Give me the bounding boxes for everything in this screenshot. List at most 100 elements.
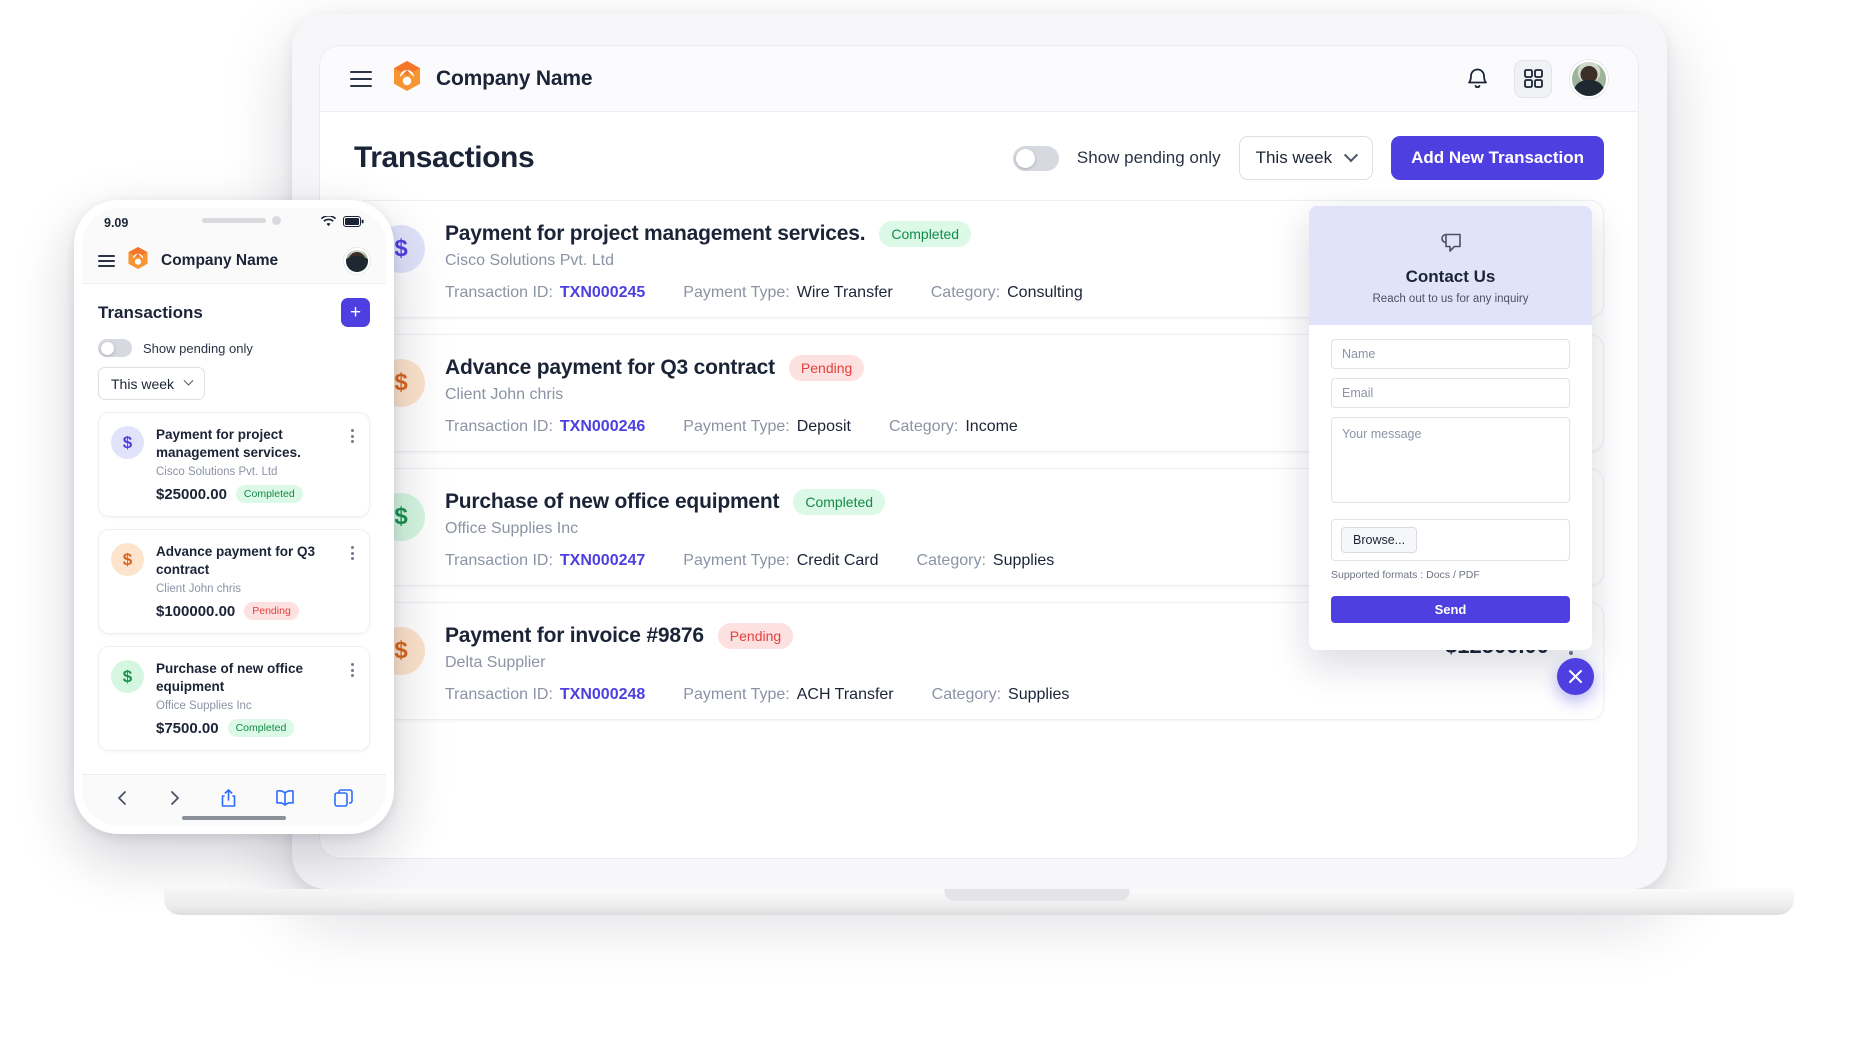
transaction-main: Advance payment for Q3 contract Pending Cl…: [445, 355, 1413, 436]
supported-formats-note: Supported formats : Docs / PDF: [1331, 569, 1480, 581]
mobile-period-select[interactable]: This week: [98, 367, 206, 400]
meta-category: Category: Consulting: [931, 284, 1083, 302]
row-menu-icon[interactable]: [348, 426, 357, 446]
meta-label-category: Category:: [930, 284, 1001, 301]
chevron-down-icon: [1344, 148, 1359, 163]
transaction-main: Payment for project management services.…: [445, 221, 1425, 302]
close-icon[interactable]: [1557, 658, 1594, 695]
transaction-avatar: $: [111, 660, 144, 694]
transaction-meta: Transaction ID: TXN000248 Payment Type: ACH…: [445, 686, 1425, 704]
user-avatar[interactable]: [344, 247, 370, 274]
period-value: This week: [1255, 148, 1333, 167]
user-avatar[interactable]: [1570, 59, 1608, 98]
meta-value-type: Deposit: [796, 418, 851, 435]
browse-button[interactable]: Browse...: [1341, 527, 1418, 553]
transaction-title: Advance payment for Q3 contract: [156, 544, 316, 577]
meta-value-type: Credit Card: [796, 552, 879, 569]
meta-value-category: Supplies: [1008, 686, 1070, 703]
mobile-bottom-nav: [82, 774, 386, 826]
list-item[interactable]: $ Payment for project management services…: [98, 412, 370, 518]
transaction-heading: Payment for project management services.…: [445, 221, 1425, 247]
row-menu-icon[interactable]: [348, 543, 357, 563]
transaction-amount: $25000.00: [156, 485, 227, 503]
meta-value-category: Income: [965, 418, 1018, 435]
transaction-title: Payment for invoice #9876: [445, 624, 704, 647]
grid-apps-icon[interactable]: [1514, 59, 1552, 98]
mobile-titlebar: Transactions +: [82, 284, 386, 333]
mobile-page-title: Transactions: [98, 302, 203, 322]
transaction-amount: $100000.00: [156, 602, 236, 620]
hamburger-menu-icon[interactable]: [98, 254, 115, 267]
battery-icon: [343, 216, 364, 230]
app-header: Company Name: [320, 46, 1638, 112]
meta-label-type: Payment Type:: [683, 552, 790, 569]
email-field[interactable]: [1331, 378, 1570, 408]
show-pending-label: Show pending only: [1076, 148, 1221, 167]
tabs-icon[interactable]: [333, 789, 353, 812]
message-field[interactable]: [1331, 417, 1570, 503]
add-new-transaction-button[interactable]: Add New Transaction: [1391, 136, 1604, 180]
share-icon[interactable]: [220, 788, 237, 813]
name-field[interactable]: [1331, 339, 1570, 369]
transaction-title: Payment for project management services.: [156, 427, 301, 460]
bookmarks-icon[interactable]: [275, 789, 295, 812]
mobile-show-pending-toggle[interactable]: [98, 339, 132, 357]
transaction-party: Office Supplies Inc: [156, 700, 252, 713]
brand[interactable]: Company Name: [392, 60, 593, 97]
send-button[interactable]: Send: [1331, 596, 1570, 623]
toolbar: Transactions Show pending only This week…: [320, 112, 1638, 200]
mobile-transaction-list: $ Payment for project management services…: [82, 412, 386, 774]
transaction-party: Client John chris: [156, 583, 242, 596]
show-pending-toggle[interactable]: [1012, 145, 1059, 171]
period-select[interactable]: This week: [1238, 136, 1374, 180]
transaction-main: Purchase of new office equipment Complete…: [445, 489, 1437, 570]
meta-payment-type: Payment Type: ACH Transfer: [683, 686, 893, 704]
meta-transaction-id: Transaction ID: TXN000248: [445, 686, 645, 704]
meta-label-id: Transaction ID:: [445, 552, 553, 569]
company-logo-icon: [392, 60, 422, 97]
mobile-add-button[interactable]: +: [341, 298, 370, 327]
list-item[interactable]: $ Purchase of new office equipment Office …: [98, 646, 370, 752]
list-item[interactable]: $ Advance payment for Q3 contract Client J…: [98, 529, 370, 635]
forward-icon[interactable]: [168, 789, 182, 812]
meta-payment-type: Payment Type: Wire Transfer: [683, 284, 892, 302]
contact-header: Contact Us Reach out to us for any inqui…: [1309, 206, 1592, 325]
file-upload-field[interactable]: Browse...: [1331, 519, 1570, 561]
meta-value-category: Supplies: [992, 552, 1055, 569]
mobile-toggle-row: Show pending only: [82, 333, 386, 367]
transaction-heading: Advance payment for Q3 contract Pending: [445, 355, 1413, 381]
transaction-title: Purchase of new office equipment: [445, 490, 780, 513]
transaction-heading: Payment for invoice #9876 Pending: [445, 623, 1425, 649]
mobile-amount-row: $100000.00 Pending: [156, 602, 336, 621]
laptop-mockup: Company Name Transactions Show pending o…: [164, 14, 1794, 915]
bell-icon[interactable]: [1458, 60, 1496, 98]
meta-label-id: Transaction ID:: [445, 686, 553, 703]
mobile-amount-row: $25000.00 Completed: [156, 485, 336, 504]
transaction-meta: Transaction ID: TXN000246 Payment Type: Dep…: [445, 418, 1413, 436]
header-actions: [1458, 59, 1608, 98]
meta-label-id: Transaction ID:: [445, 284, 553, 301]
status-badge: Pending: [244, 602, 299, 621]
mobile-amount-row: $7500.00 Completed: [156, 719, 336, 738]
meta-value-type: ACH Transfer: [796, 686, 894, 703]
home-indicator: [182, 816, 286, 820]
transaction-amount: $7500.00: [156, 719, 219, 737]
transaction-avatar: $: [111, 426, 144, 459]
mobile-card-body: Advance payment for Q3 contract Client Jo…: [156, 543, 336, 621]
phone-mockup: 9.09 Company Name Transactions + Show pe…: [74, 200, 394, 834]
transaction-title: Advance payment for Q3 contract: [445, 356, 775, 379]
meta-value-type: Wire Transfer: [796, 284, 893, 301]
hamburger-menu-icon[interactable]: [350, 70, 372, 87]
meta-label-type: Payment Type:: [683, 686, 790, 703]
transaction-heading: Purchase of new office equipment Complete…: [445, 489, 1437, 515]
wifi-icon: [320, 215, 337, 230]
transaction-party: Delta Supplier: [445, 654, 546, 671]
back-icon[interactable]: [115, 789, 129, 812]
status-badge: Pending: [717, 623, 794, 649]
transaction-party: Office Supplies Inc: [445, 520, 579, 537]
row-menu-icon[interactable]: [348, 660, 357, 680]
meta-label-id: Transaction ID:: [445, 418, 553, 435]
status-badge: Completed: [793, 489, 886, 515]
meta-label-type: Payment Type:: [683, 418, 790, 435]
contact-us-widget: Contact Us Reach out to us for any inqui…: [1309, 206, 1592, 650]
